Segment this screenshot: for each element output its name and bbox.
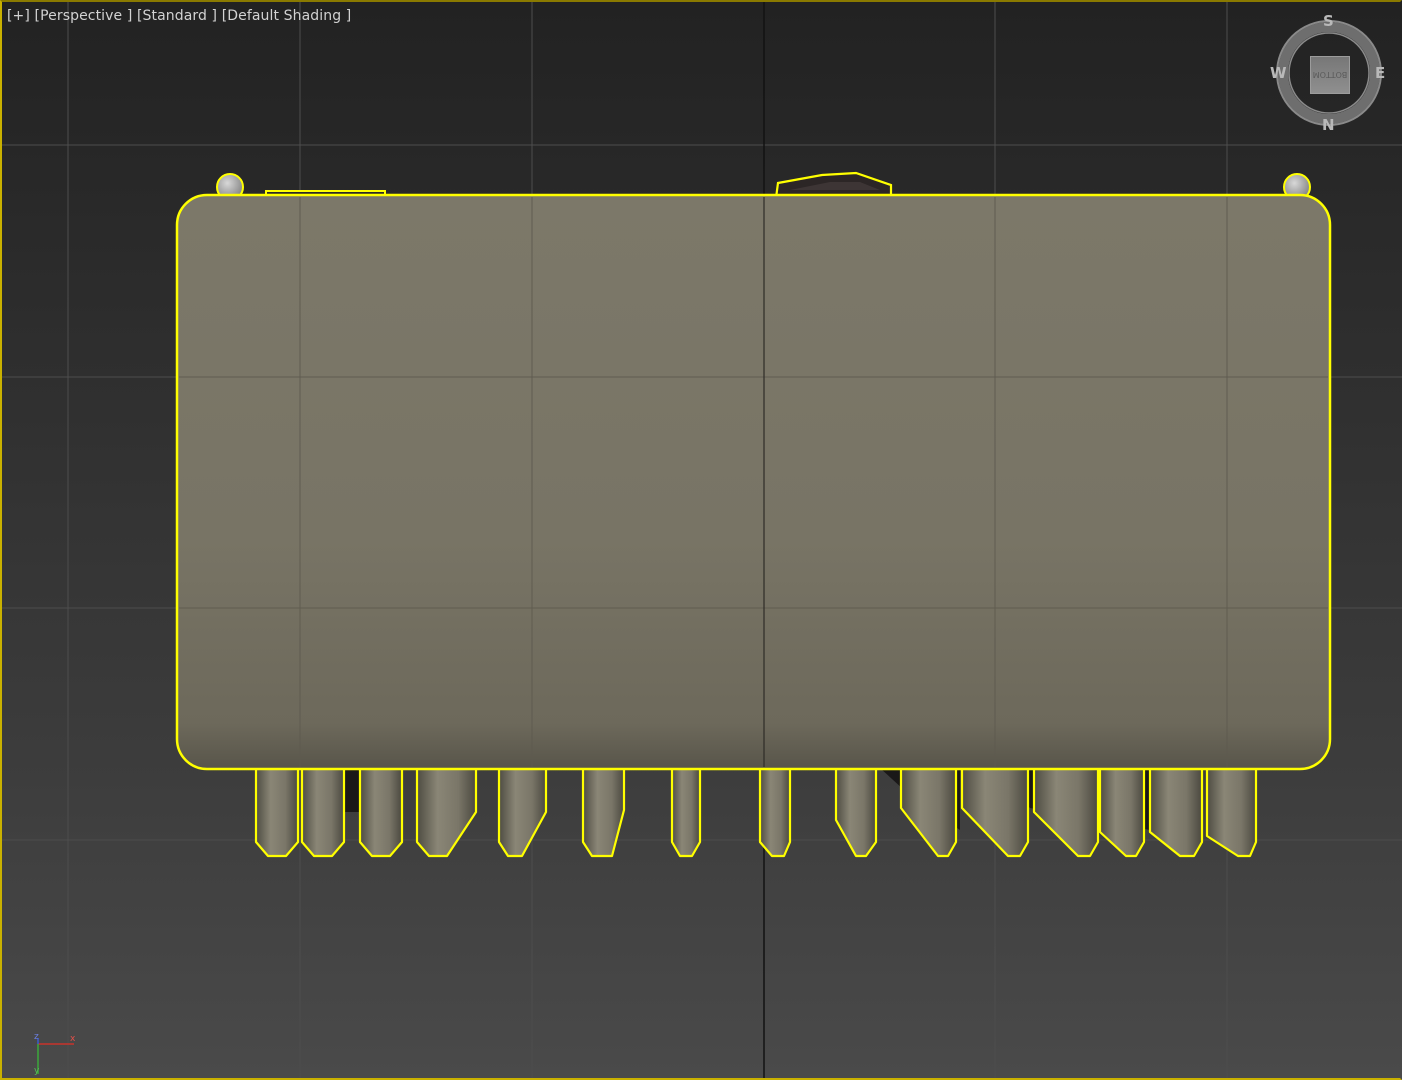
connector-pins (254, 766, 1258, 858)
axis-tripod-icon: z x y (28, 1030, 88, 1080)
viewport-label: [+] [Perspective ] [Standard ] [Default … (7, 8, 351, 24)
compass-south[interactable]: S (1323, 12, 1334, 30)
viewcube-face-label: BOTTOM (1312, 70, 1348, 80)
selected-model[interactable] (175, 171, 1332, 858)
viewport-view-menu[interactable]: [Perspective ] (35, 8, 133, 24)
perspective-viewport[interactable]: [+] [Perspective ] [Standard ] [Default … (0, 0, 1402, 1080)
viewport-standard-menu[interactable]: [Standard ] (137, 8, 217, 24)
axis-y-label: y (34, 1066, 40, 1076)
axis-x-label: x (70, 1034, 76, 1044)
component-body[interactable] (175, 193, 1332, 771)
viewport-scene[interactable] (0, 0, 1402, 1080)
viewport-plus-menu[interactable]: [+] (7, 8, 30, 24)
compass-west[interactable]: W (1270, 64, 1287, 82)
compass-east[interactable]: E (1375, 64, 1385, 82)
axis-z-label: z (34, 1032, 39, 1042)
viewcube-face[interactable]: BOTTOM (1310, 56, 1350, 94)
compass-north[interactable]: N (1322, 116, 1335, 134)
viewport-shading-menu[interactable]: [Default Shading ] (222, 8, 352, 24)
viewcube-icon[interactable]: S W E N BOTTOM (1262, 8, 1398, 136)
